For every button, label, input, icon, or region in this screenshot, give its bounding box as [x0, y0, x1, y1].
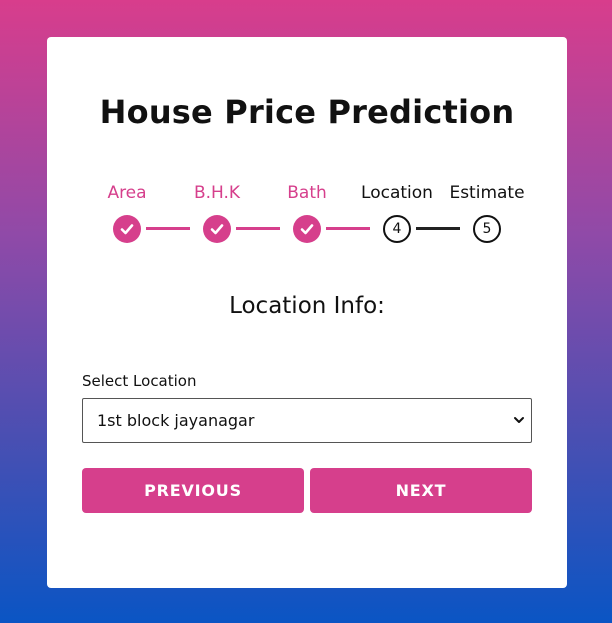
- step-connector: [326, 227, 370, 230]
- step-circle-area: [113, 215, 141, 243]
- step-circle-estimate: 5: [473, 215, 501, 243]
- step-connector: [236, 227, 280, 230]
- prediction-card: House Price Prediction Area B.H.K Bath L…: [47, 37, 567, 588]
- step-label-location: Location: [361, 183, 433, 203]
- check-icon: [300, 224, 314, 235]
- step-circle-location: 4: [383, 215, 411, 243]
- location-select-value: 1st block jayanagar: [97, 411, 255, 430]
- check-icon: [120, 224, 134, 235]
- step-label-bath: Bath: [287, 183, 327, 203]
- step-circle-bhk: [203, 215, 231, 243]
- step-label-estimate: Estimate: [449, 183, 525, 203]
- previous-button[interactable]: PREVIOUS: [82, 468, 304, 513]
- location-select[interactable]: 1st block jayanagar: [82, 398, 532, 443]
- location-field-label: Select Location: [82, 372, 197, 390]
- section-heading: Location Info:: [229, 293, 385, 319]
- step-connector: [146, 227, 190, 230]
- chevron-down-icon: [514, 417, 524, 423]
- progress-stepper: Area B.H.K Bath Location Estimate 4 5: [47, 37, 567, 267]
- next-button[interactable]: NEXT: [310, 468, 532, 513]
- step-connector: [416, 227, 460, 230]
- step-label-bhk: B.H.K: [193, 183, 241, 203]
- check-icon: [210, 224, 224, 235]
- step-circle-bath: [293, 215, 321, 243]
- step-label-area: Area: [107, 183, 147, 203]
